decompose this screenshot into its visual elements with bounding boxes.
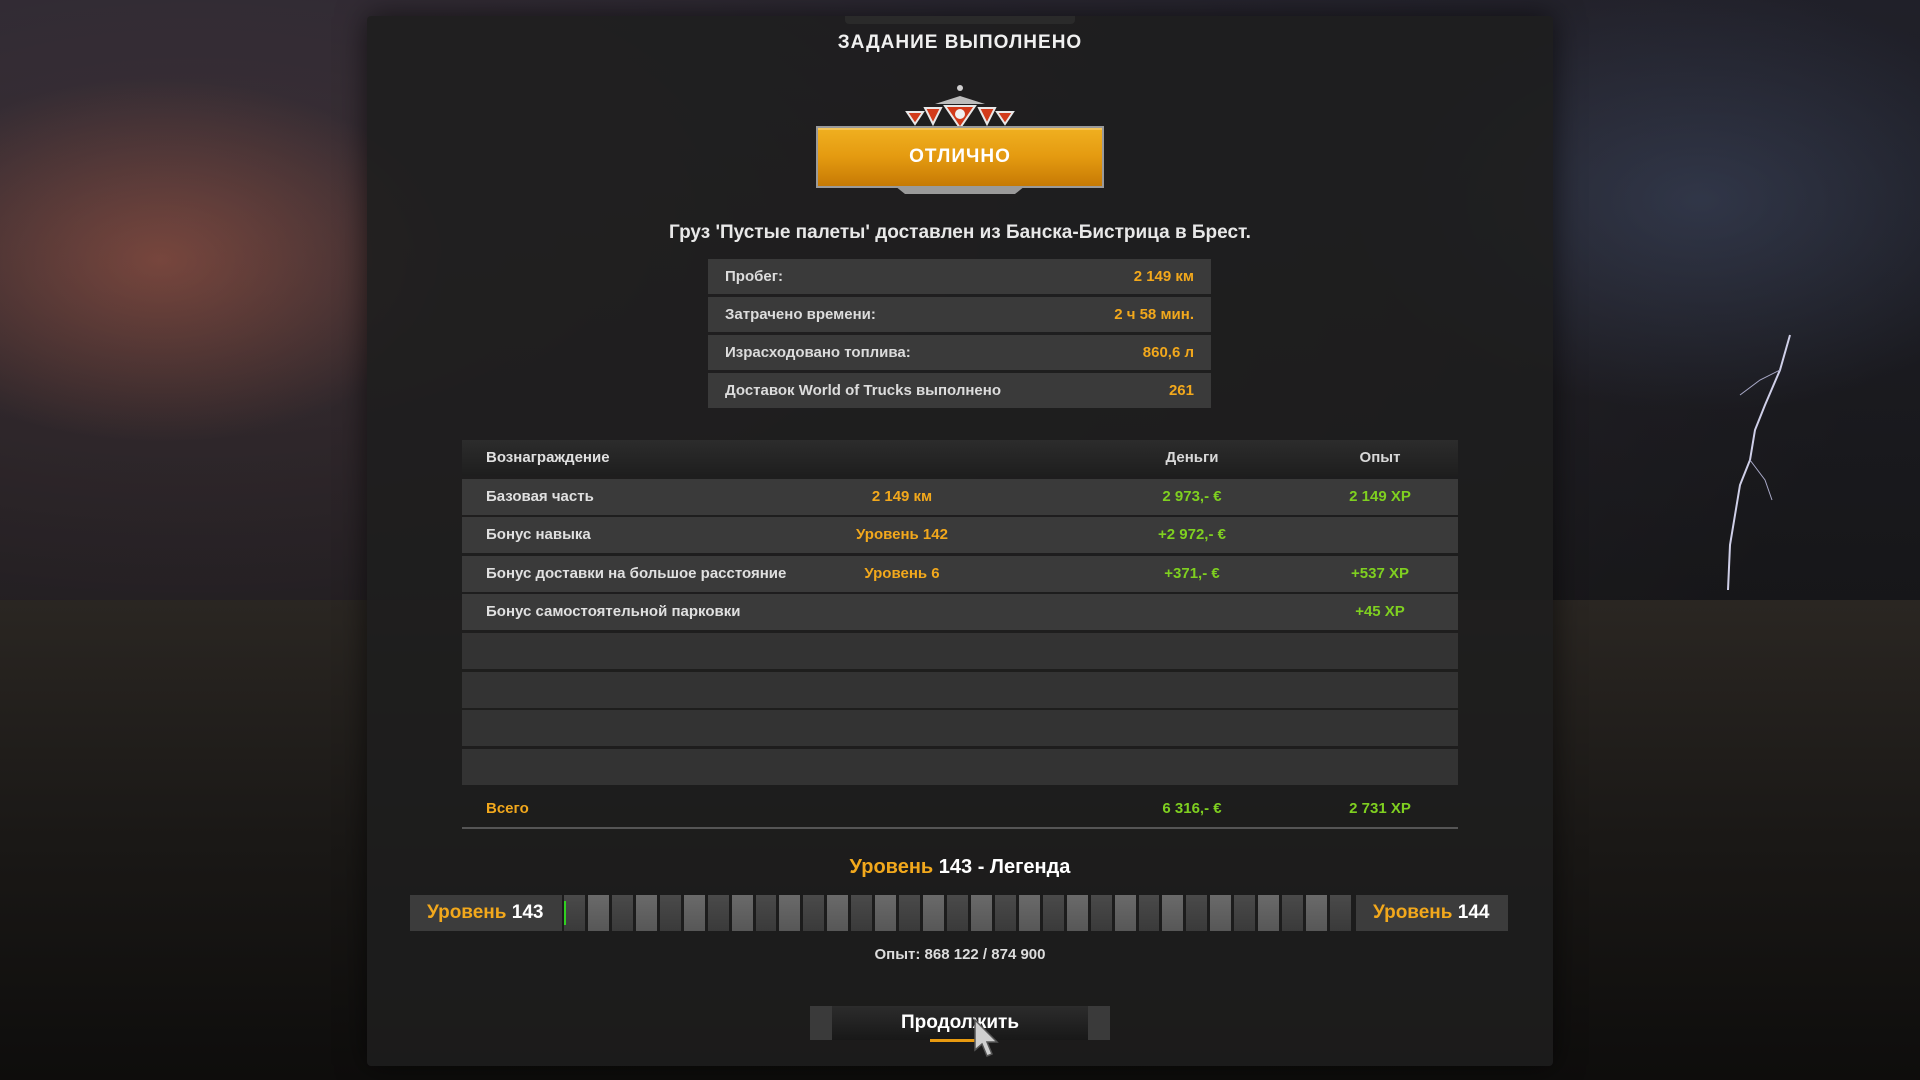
empty-row (462, 671, 1458, 708)
progress-segment (1306, 895, 1327, 931)
continue-button[interactable]: Продолжить (810, 1006, 1110, 1040)
rating-emblem-icon (905, 85, 1015, 130)
progress-segment (1018, 895, 1040, 931)
progress-segment (899, 895, 921, 931)
total-xp: 2 731 XP (1349, 799, 1411, 817)
total-money: 6 316,- € (1162, 799, 1222, 817)
progress-segment (707, 895, 729, 931)
progress-fill (564, 901, 566, 925)
progress-segment (659, 895, 681, 931)
progress-segment (1282, 895, 1304, 931)
trip-stats: Пробег: 2 149 км Затрачено времени: 2 ч … (708, 259, 1211, 411)
progress-segment (923, 895, 944, 931)
empty-row (462, 748, 1458, 785)
level-progress-bar: Уровень 143 Уровень 144 (410, 895, 1508, 931)
level-current: 143 (938, 856, 973, 878)
progress-segment (683, 895, 705, 931)
reward-money: +2 972,- € (1158, 526, 1226, 544)
total-label: Всего (486, 799, 529, 817)
empty-row (462, 632, 1458, 669)
page-title: ЗАДАНИЕ ВЫПОЛНЕНО (837, 32, 1083, 53)
level-rank: - Легенда (977, 856, 1071, 878)
progress-segment (1138, 895, 1160, 931)
rating-badge-trim (895, 186, 1025, 194)
stat-row: Доставок World of Trucks выполнено 261 (708, 373, 1211, 408)
progress-segment (1210, 895, 1232, 931)
stat-row: Пробег: 2 149 км (708, 259, 1211, 294)
progress-segment (851, 895, 873, 931)
progress-segment (731, 895, 753, 931)
progress-segment (611, 895, 633, 931)
progress-segment (564, 895, 585, 931)
reward-row: Бонус самостоятельной парковки +45 XP (462, 594, 1458, 631)
progress-segment (1114, 895, 1136, 931)
reward-money: +371,- € (1164, 564, 1220, 582)
current-level-box: Уровень 143 (410, 895, 562, 931)
stat-label: Затрачено времени: (725, 306, 876, 323)
progress-segment (635, 895, 657, 931)
reward-name: Базовая часть (486, 487, 594, 505)
reward-money: 2 973,- € (1162, 487, 1222, 505)
progress-segment (1042, 895, 1064, 931)
delivery-summary: Груз 'Пустые палеты' доставлен из Банска… (669, 222, 1251, 243)
lightning-decoration (1727, 334, 1791, 591)
progress-segment (970, 895, 992, 931)
reward-row: Бонус навыка Уровень 142 +2 972,- € (462, 517, 1458, 554)
stat-label: Израсходовано топлива: (725, 344, 911, 361)
rewards-table: Вознаграждение Деньги Опыт Базовая часть… (462, 440, 1458, 831)
reward-modifier: Уровень 6 (864, 564, 940, 582)
header-money: Деньги (1165, 449, 1219, 466)
reward-modifier: 2 149 км (871, 487, 933, 505)
progress-segment (994, 895, 1016, 931)
progress-segment (1186, 895, 1208, 931)
level-word: Уровень (849, 856, 934, 878)
reward-xp: +45 XP (1355, 603, 1405, 621)
empty-row (462, 710, 1458, 747)
progress-segment (1066, 895, 1088, 931)
header-reward: Вознаграждение (486, 449, 610, 466)
stat-label: Пробег: (725, 268, 783, 285)
level-word: Уровень (427, 902, 507, 923)
stat-value: 2 149 км (1133, 268, 1194, 285)
stat-value: 860,6 л (1142, 344, 1194, 361)
progress-segments (564, 895, 1354, 931)
experience-readout: Опыт: 868 122 / 874 900 (874, 946, 1046, 963)
stat-label: Доставок World of Trucks выполнено (725, 382, 1001, 399)
reward-xp: 2 149 XP (1349, 487, 1411, 505)
header-xp: Опыт (1359, 449, 1401, 466)
reward-row: Бонус доставки на большое расстояние Уро… (462, 555, 1458, 592)
progress-segment (803, 895, 825, 931)
level-word: Уровень (1373, 902, 1453, 923)
stat-row: Израсходовано топлива: 860,6 л (708, 335, 1211, 370)
next-level-number: 144 (1457, 902, 1490, 923)
stat-row: Затрачено времени: 2 ч 58 мин. (708, 297, 1211, 332)
reward-name: Бонус навыка (486, 526, 591, 544)
progress-segment (1090, 895, 1112, 931)
progress-segment (1258, 895, 1280, 931)
rating-badge: ОТЛИЧНО (816, 126, 1104, 188)
current-level-number: 143 (511, 902, 544, 923)
progress-segment (827, 895, 849, 931)
progress-segment (755, 895, 777, 931)
rewards-header: Вознаграждение Деньги Опыт (462, 440, 1458, 476)
level-title: Уровень 143 - Легенда (0, 856, 1920, 879)
progress-segment (1330, 895, 1351, 931)
reward-total-row: Всего 6 316,- € 2 731 XP (462, 791, 1458, 829)
reward-modifier: Уровень 142 (856, 526, 948, 544)
reward-xp: +537 XP (1351, 564, 1409, 582)
progress-segment (587, 895, 609, 931)
progress-segment (1234, 895, 1256, 931)
reward-row: Базовая часть 2 149 км 2 973,- € 2 149 X… (462, 478, 1458, 515)
stat-value: 261 (1168, 382, 1194, 399)
next-level-box: Уровень 144 (1356, 895, 1508, 931)
panel-top-tab (845, 16, 1075, 24)
progress-segment (1162, 895, 1184, 931)
reward-name: Бонус самостоятельной парковки (486, 603, 741, 621)
mouse-cursor-icon (974, 1018, 999, 1057)
stat-value: 2 ч 58 мин. (1114, 306, 1194, 323)
progress-segment (875, 895, 897, 931)
progress-segment (947, 895, 968, 931)
progress-segment (779, 895, 801, 931)
reward-name: Бонус доставки на большое расстояние (486, 564, 787, 582)
